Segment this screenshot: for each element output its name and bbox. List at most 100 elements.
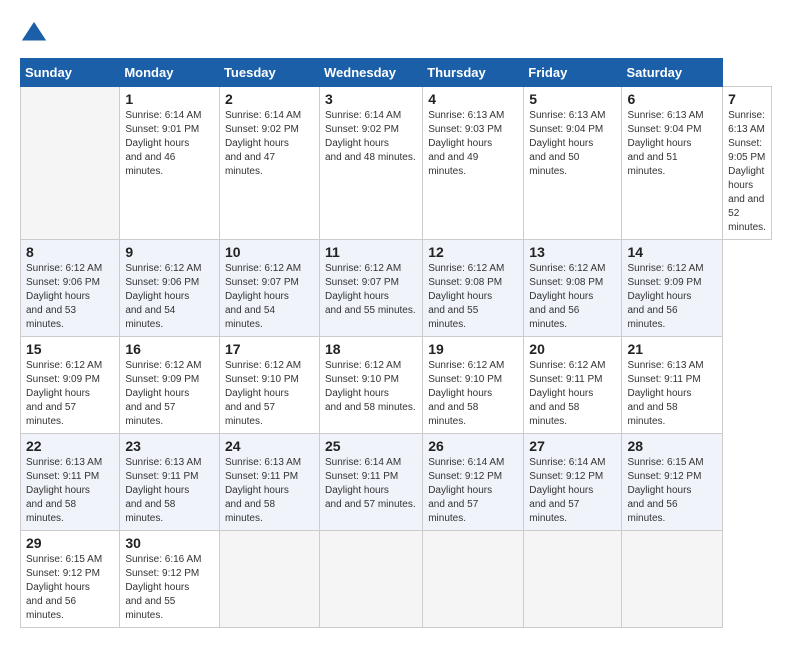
sunset-text: Sunset: 9:11 PM xyxy=(529,374,602,385)
day-number: 16 xyxy=(125,341,214,357)
day-info: Sunrise: 6:12 AMSunset: 9:09 PMDaylight … xyxy=(125,359,214,429)
day-info: Sunrise: 6:14 AM Sunset: 9:01 PM Daylight … xyxy=(125,109,214,179)
day-info: Sunrise: 6:14 AMSunset: 9:12 PMDaylight … xyxy=(529,456,616,526)
day-number: 8 xyxy=(26,244,114,260)
calendar-day: 20Sunrise: 6:12 AMSunset: 9:11 PMDayligh… xyxy=(524,337,622,434)
daylight-label: Daylight hours xyxy=(225,291,289,302)
calendar-day: 6Sunrise: 6:13 AMSunset: 9:04 PMDaylight… xyxy=(622,87,723,240)
sunset-text: Sunset: 9:11 PM xyxy=(325,471,398,482)
calendar-day xyxy=(524,531,622,628)
calendar-day: 9Sunrise: 6:12 AMSunset: 9:06 PMDaylight… xyxy=(120,240,220,337)
calendar-day: 23Sunrise: 6:13 AMSunset: 9:11 PMDayligh… xyxy=(120,434,220,531)
calendar-day: 14Sunrise: 6:12 AMSunset: 9:09 PMDayligh… xyxy=(622,240,723,337)
day-number: 20 xyxy=(529,341,616,357)
daylight-label: Daylight hours xyxy=(325,388,389,399)
calendar-day: 5Sunrise: 6:13 AMSunset: 9:04 PMDaylight… xyxy=(524,87,622,240)
col-header-wednesday: Wednesday xyxy=(320,59,423,87)
sunset-text: Sunset: 9:12 PM xyxy=(627,471,701,482)
day-number: 28 xyxy=(627,438,717,454)
sunrise-text: Sunrise: 6:12 AM xyxy=(529,360,605,371)
daylight-label: Daylight hours xyxy=(125,388,189,399)
sunrise-text: Sunrise: 6:14 AM xyxy=(529,457,605,468)
day-number: 29 xyxy=(26,535,114,551)
daylight-duration: and and 56 minutes. xyxy=(529,305,579,330)
daylight-duration: and and 57 minutes. xyxy=(325,499,416,510)
sunset-text: Sunset: 9:10 PM xyxy=(428,374,502,385)
daylight-duration: and and 54 minutes. xyxy=(225,305,275,330)
day-number: 19 xyxy=(428,341,518,357)
sunrise-text: Sunrise: 6:12 AM xyxy=(428,263,504,274)
daylight-duration: and and 46 minutes. xyxy=(125,152,175,177)
sunrise-text: Sunrise: 6:13 AM xyxy=(125,457,201,468)
sunset-text: Sunset: 9:01 PM xyxy=(125,124,199,135)
day-info: Sunrise: 6:14 AMSunset: 9:11 PMDaylight … xyxy=(325,456,417,512)
sunset-text: Sunset: 9:04 PM xyxy=(529,124,603,135)
day-info: Sunrise: 6:12 AMSunset: 9:11 PMDaylight … xyxy=(529,359,616,429)
day-info: Sunrise: 6:12 AMSunset: 9:10 PMDaylight … xyxy=(325,359,417,415)
daylight-label: Daylight hours xyxy=(125,485,189,496)
day-number: 24 xyxy=(225,438,314,454)
daylight-label: Daylight hours xyxy=(428,138,492,149)
daylight-label: Daylight hours xyxy=(529,291,593,302)
daylight-duration: and and 58 minutes. xyxy=(428,402,478,427)
day-info: Sunrise: 6:13 AMSunset: 9:11 PMDaylight … xyxy=(26,456,114,526)
daylight-duration: and and 55 minutes. xyxy=(325,305,416,316)
calendar-week-row: 22Sunrise: 6:13 AMSunset: 9:11 PMDayligh… xyxy=(21,434,772,531)
sunset-text: Sunset: 9:02 PM xyxy=(325,124,399,135)
daylight-label: Daylight hours xyxy=(627,291,691,302)
calendar-day: 22 Sunrise: 6:13 AMSunset: 9:11 PMDayligh… xyxy=(21,434,120,531)
sunrise-text: Sunrise: 6:15 AM xyxy=(627,457,703,468)
daylight-duration: and and 49 minutes. xyxy=(428,152,478,177)
calendar-day xyxy=(423,531,524,628)
daylight-label: Daylight hours xyxy=(26,388,90,399)
daylight-label: Daylight hours xyxy=(225,388,289,399)
calendar-day: 29Sunrise: 6:15 AMSunset: 9:12 PMDayligh… xyxy=(21,531,120,628)
col-header-friday: Friday xyxy=(524,59,622,87)
sunrise-text: Sunrise: 6:14 AM xyxy=(325,457,401,468)
daylight-duration: and and 58 minutes. xyxy=(125,499,175,524)
daylight-duration: and and 57 minutes. xyxy=(529,499,579,524)
sunrise-text: Sunrise: 6:16 AM xyxy=(125,554,201,565)
sunrise-text: Sunrise: 6:12 AM xyxy=(325,263,401,274)
daylight-label: Daylight hours xyxy=(529,138,593,149)
sunrise-text: Sunrise: 6:13 AM xyxy=(225,457,301,468)
day-number: 13 xyxy=(529,244,616,260)
daylight-duration: and and 55 minutes. xyxy=(125,596,175,621)
daylight-label: Daylight hours xyxy=(125,138,189,149)
daylight-duration: and and 57 minutes. xyxy=(225,402,275,427)
day-number: 22 xyxy=(26,438,114,454)
calendar-day: 1Sunrise: 6:14 AMSunset: 9:01 PMDaylight… xyxy=(120,87,220,240)
col-header-sunday: Sunday xyxy=(21,59,120,87)
day-number: 18 xyxy=(325,341,417,357)
day-info: Sunrise: 6:14 AMSunset: 9:12 PMDaylight … xyxy=(428,456,518,526)
calendar-day: 8Sunrise: 6:12 AMSunset: 9:06 PMDaylight… xyxy=(21,240,120,337)
empty-day xyxy=(21,87,120,240)
day-info: Sunrise: 6:14 AMSunset: 9:02 PMDaylight … xyxy=(325,109,417,165)
calendar-day: 30Sunrise: 6:16 AMSunset: 9:12 PMDayligh… xyxy=(120,531,220,628)
col-header-monday: Monday xyxy=(120,59,220,87)
sunrise-text: Sunrise: 6:15 AM xyxy=(26,554,102,565)
daylight-duration: and and 54 minutes. xyxy=(125,305,175,330)
calendar-week-row: 29Sunrise: 6:15 AMSunset: 9:12 PMDayligh… xyxy=(21,531,772,628)
daylight-label: Daylight hours xyxy=(627,485,691,496)
daylight-duration: and and 57 minutes. xyxy=(428,499,478,524)
day-info: Sunrise: 6:12 AMSunset: 9:10 PMDaylight … xyxy=(225,359,314,429)
sunrise-text: Sunrise: 6:12 AM xyxy=(325,360,401,371)
sunrise-text: Sunrise: 6:14 AM xyxy=(225,110,301,121)
day-info: Sunrise: 6:12 AMSunset: 9:07 PMDaylight … xyxy=(325,262,417,318)
daylight-label: Daylight hours xyxy=(428,388,492,399)
sunset-text: Sunset: 9:11 PM xyxy=(225,471,298,482)
daylight-duration: and and 47 minutes. xyxy=(225,152,275,177)
day-number: 25 xyxy=(325,438,417,454)
daylight-label: Daylight hours xyxy=(325,291,389,302)
day-number: 12 xyxy=(428,244,518,260)
calendar-day: 21Sunrise: 6:13 AMSunset: 9:11 PMDayligh… xyxy=(622,337,723,434)
sunrise-text: Sunrise: 6:14 AM xyxy=(125,110,201,121)
calendar-day xyxy=(219,531,319,628)
daylight-label: Daylight hours xyxy=(428,291,492,302)
day-info: Sunrise: 6:15 AM Sunset: 9:12 PM Daylight … xyxy=(627,456,717,526)
calendar-header-row: SundayMondayTuesdayWednesdayThursdayFrid… xyxy=(21,59,772,87)
sunset-text: Sunset: 9:08 PM xyxy=(529,277,603,288)
sunset-text: Sunset: 9:06 PM xyxy=(26,277,100,288)
sunrise-text: Sunrise: 6:13 AM xyxy=(529,110,605,121)
